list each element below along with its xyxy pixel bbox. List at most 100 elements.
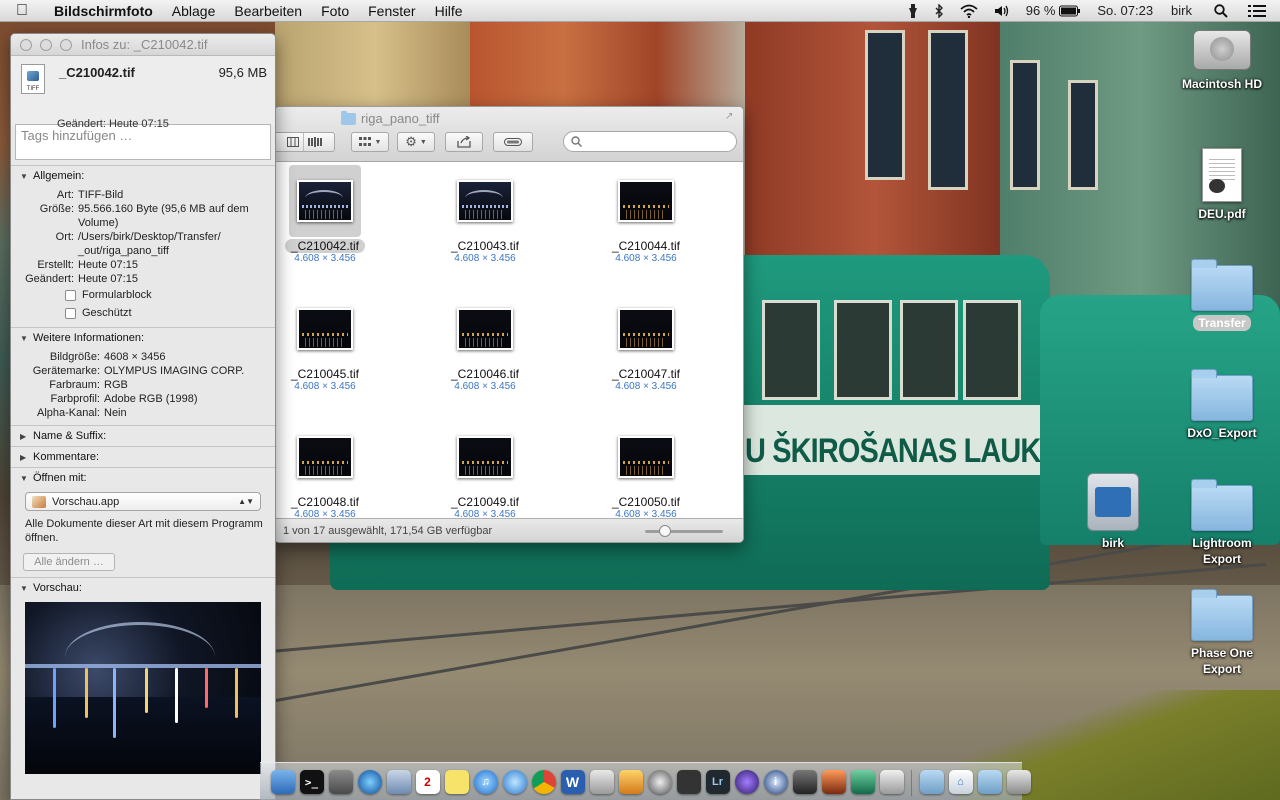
minimize-window-button[interactable] [40,38,52,51]
preview-dock-icon[interactable] [386,770,411,794]
capture-nx-dock-icon[interactable] [676,770,701,794]
info-key: Ort: [55,231,74,243]
open-with-select[interactable]: Vorschau.app ▲▼ [25,492,261,511]
screenshot-dock-icon[interactable] [589,770,614,794]
finder-search-field[interactable] [563,131,737,152]
arrange-button[interactable]: ▼ [351,132,389,152]
action-button[interactable]: ⚙ ▼ [397,132,435,152]
terminal-dock-icon[interactable]: >_ [299,770,324,794]
coverflow-view-icon[interactable] [304,133,326,151]
section-preview-header[interactable]: ▼ Vorschau: [11,578,275,598]
network-utility-dock-icon[interactable] [357,770,382,794]
spotlight-search-icon[interactable] [1206,3,1236,18]
word-dock-icon[interactable]: W [560,770,585,794]
checkbox-box[interactable] [65,289,76,301]
wifi-icon[interactable] [952,4,986,18]
file-item[interactable]: _C210048.tif 4.608 × 3.456 [275,421,375,520]
slider-knob[interactable] [659,525,671,537]
chrome-dock-icon[interactable] [531,770,556,794]
menu-app-name[interactable]: Bildschirmfoto [44,3,163,19]
file-item[interactable]: _C210047.tif 4.608 × 3.456 [596,293,696,392]
stickies-dock-icon[interactable] [444,770,469,794]
file-item[interactable]: _C210044.tif 4.608 × 3.456 [596,165,696,264]
file-item[interactable]: _C210050.tif 4.608 × 3.456 [596,421,696,520]
desktop-icon-macintosh-hd[interactable]: Macintosh HD [1172,30,1272,92]
file-item[interactable]: _C210045.tif 4.608 × 3.456 [275,293,375,392]
bluetooth-icon[interactable] [926,3,952,18]
trash-dock-icon[interactable] [1006,770,1031,794]
battery-status[interactable]: 96 % [1018,3,1090,18]
close-window-button[interactable] [20,38,32,51]
desktop-icon-transfer[interactable]: Transfer [1172,259,1272,331]
desktop-icon-phase-one-export[interactable]: Phase One Export [1172,589,1272,677]
section-general-header[interactable]: ▼ Allgemein: [11,166,275,186]
aperture-dock-icon[interactable] [647,770,672,794]
icon-size-slider[interactable] [645,525,723,537]
info-window: Infos zu: _C210042.tif TIFF _C210042.tif… [10,33,276,800]
desktop-icon-lightroom-export[interactable]: Lightroom Export [1172,479,1272,567]
volume-icon[interactable] [986,4,1018,18]
file-name: _C210044.tif [611,239,681,253]
menu-item-fenster[interactable]: Fenster [359,3,425,19]
info-value: RGB [104,379,128,391]
zoom-window-button[interactable] [60,38,72,51]
utility-dock-icon[interactable] [879,770,904,794]
info-dock-icon[interactable]: i [763,770,788,794]
menu-clock[interactable]: So. 07:23 [1089,3,1161,18]
info-key: Bildgröße: [49,351,100,363]
finder-dock-icon[interactable] [270,770,295,794]
hard-drive-icon [1193,30,1251,70]
file-dimensions: 4.608 × 3.456 [454,253,516,264]
lightroom-dock-icon[interactable]: Lr [705,770,730,794]
file-item[interactable]: _C210046.tif 4.608 × 3.456 [435,293,535,392]
photo-editor-dock-icon[interactable] [734,770,759,794]
file-name: _C210050.tif [611,495,681,509]
section-name-ext-header[interactable]: ▶ Name & Suffix: [11,426,275,446]
share-button[interactable] [445,132,483,152]
section-open-with-header[interactable]: ▼ Öffnen mit: [11,468,275,488]
applications-folder-dock-icon[interactable] [919,770,944,794]
wallpaper-tram-window [963,300,1021,400]
section-more-info-header[interactable]: ▼ Weitere Informationen: [11,328,275,348]
safari-dock-icon[interactable] [502,770,527,794]
menu-item-bearbeiten[interactable]: Bearbeiten [225,3,312,19]
image-thumbnail [618,436,674,478]
panorama-dock-icon[interactable] [850,770,875,794]
desktop-icon-home-birk[interactable]: birk [1063,473,1163,551]
menu-user[interactable]: birk [1161,3,1206,18]
notification-center-icon[interactable] [1236,4,1280,18]
fullscreen-icon[interactable]: ↗ [725,111,737,123]
stationery-checkbox[interactable]: Formularblock [11,286,275,304]
downloads-folder-dock-icon[interactable] [977,770,1002,794]
flashlight-status-icon[interactable] [900,3,926,18]
photos-dock-icon[interactable] [618,770,643,794]
file-item[interactable]: _C210042.tif 4.608 × 3.456 [275,165,375,264]
activity-monitor-dock-icon[interactable] [328,770,353,794]
file-item[interactable]: _C210043.tif 4.608 × 3.456 [435,165,535,264]
column-view-icon[interactable] [282,133,304,151]
calendar-dock-icon[interactable]: 2 [415,770,440,794]
image-thumbnail [297,180,353,222]
desktop-icon-deu-pdf[interactable]: DEU.pdf [1172,148,1272,222]
wallpaper-window [1010,60,1040,190]
section-title: Kommentare: [33,451,100,463]
section-comments-header[interactable]: ▶ Kommentare: [11,447,275,467]
tags-button[interactable] [493,132,533,152]
menu-item-ablage[interactable]: Ablage [163,3,226,19]
disclosure-closed-icon: ▶ [20,452,27,462]
desktop-icon-dxo-export[interactable]: DxO_Export [1172,369,1272,441]
file-name: _C210049.tif [450,495,520,509]
locked-checkbox[interactable]: Geschützt [11,304,275,322]
checkbox-box[interactable] [65,307,76,319]
file-item[interactable]: _C210049.tif 4.608 × 3.456 [435,421,535,520]
photo-app-dock-icon[interactable] [792,770,817,794]
apple-menu-icon[interactable]:  [0,2,44,20]
menu-item-foto[interactable]: Foto [312,3,359,19]
change-all-button[interactable]: Alle ändern … [23,553,115,571]
home-folder-dock-icon[interactable]: ⌂ [948,770,973,794]
menu-item-hilfe[interactable]: Hilfe [426,3,473,19]
finder-title: riga_pano_tiff [341,110,440,126]
info-key: Art: [56,189,74,201]
itunes-dock-icon[interactable]: ♫ [473,770,498,794]
hdr-app-dock-icon[interactable] [821,770,846,794]
